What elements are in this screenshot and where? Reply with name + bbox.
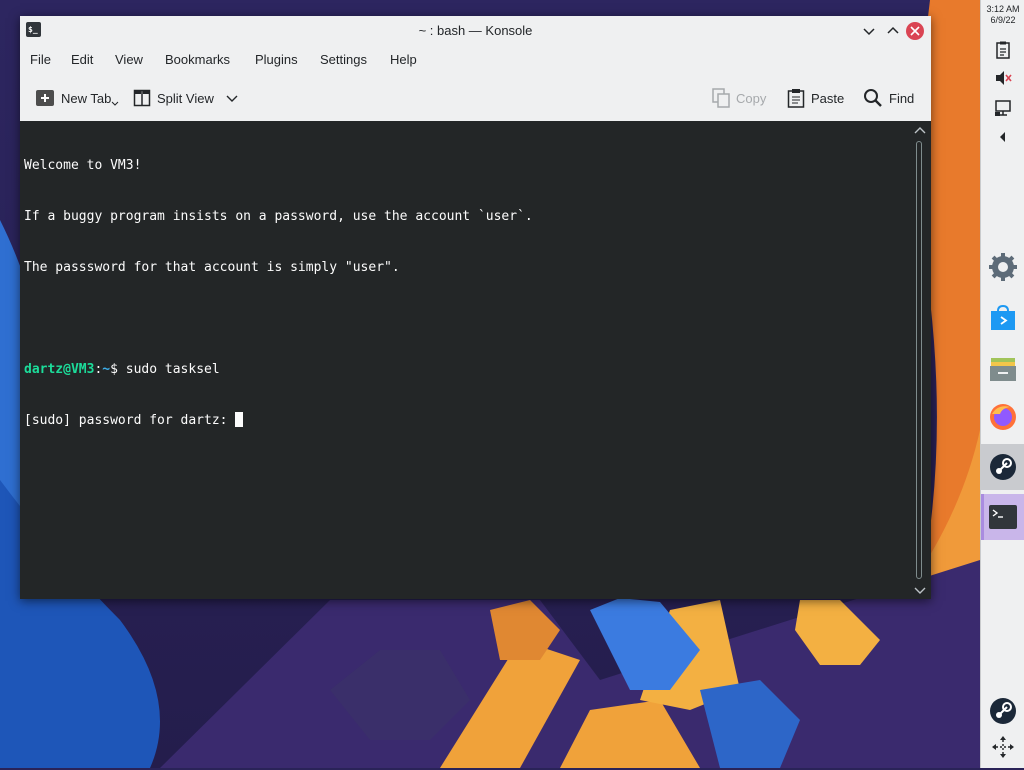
copy-icon bbox=[712, 88, 730, 108]
window-title: ~ : bash — Konsole bbox=[418, 23, 533, 38]
title-bar[interactable]: $_ ~ : bash — Konsole bbox=[20, 16, 931, 46]
menu-help[interactable]: Help bbox=[390, 52, 417, 67]
prompt-user: dartz@VM3 bbox=[24, 362, 95, 377]
network-icon[interactable] bbox=[993, 98, 1013, 118]
menu-view[interactable]: View bbox=[115, 52, 143, 67]
menu-bookmarks[interactable]: Bookmarks bbox=[165, 52, 230, 67]
terminal-line: [sudo] password for dartz: bbox=[24, 412, 533, 429]
side-panel: 3:12 AM 6/9/22 bbox=[980, 0, 1024, 768]
new-tab-label: New Tab bbox=[61, 90, 112, 106]
terminal-prompt-line: dartz@VM3:~$ sudo tasksel bbox=[24, 361, 533, 378]
split-view-label: Split View bbox=[157, 90, 214, 106]
terminal-line: Welcome to VM3! bbox=[24, 158, 142, 173]
steam-icon bbox=[990, 698, 1016, 724]
terminal-line: The passsword for that account is simply… bbox=[24, 260, 400, 275]
clock-date[interactable]: 6/9/22 bbox=[981, 15, 1024, 25]
copy-label: Copy bbox=[736, 90, 767, 106]
clipboard-icon[interactable] bbox=[993, 40, 1013, 60]
terminal-command: sudo tasksel bbox=[125, 362, 220, 377]
copy-button[interactable]: Copy bbox=[712, 86, 766, 110]
move-panel-button[interactable] bbox=[981, 724, 1024, 770]
split-view-dropdown[interactable] bbox=[225, 86, 239, 110]
task-discover[interactable] bbox=[981, 295, 1024, 341]
scrollbar[interactable] bbox=[916, 141, 922, 579]
chevron-up-icon bbox=[887, 26, 899, 34]
find-button[interactable]: Find bbox=[863, 86, 914, 110]
task-firefox[interactable] bbox=[981, 394, 1024, 440]
terminal-line: If a buggy program insists on a password… bbox=[24, 209, 533, 224]
terminal-output: Welcome to VM3! If a buggy program insis… bbox=[24, 123, 533, 463]
chevron-down-icon bbox=[226, 95, 238, 102]
paste-label: Paste bbox=[811, 90, 845, 106]
close-icon bbox=[910, 26, 920, 36]
scroll-up-arrow-icon[interactable] bbox=[913, 125, 927, 137]
expand-tray-icon[interactable] bbox=[993, 127, 1013, 147]
terminal-view[interactable]: Welcome to VM3! If a buggy program insis… bbox=[20, 121, 931, 599]
paste-button[interactable]: Paste bbox=[787, 86, 844, 110]
find-label: Find bbox=[889, 90, 915, 106]
scroll-down-arrow-icon[interactable] bbox=[913, 584, 927, 596]
task-file-manager[interactable] bbox=[981, 345, 1024, 391]
minimize-button[interactable] bbox=[859, 21, 879, 41]
konsole-icon bbox=[989, 505, 1017, 529]
task-konsole[interactable] bbox=[981, 494, 1024, 540]
system-settings-icon bbox=[989, 253, 1017, 281]
firefox-icon bbox=[990, 404, 1016, 430]
toolbar: New Tab Split View Copy Paste Find bbox=[20, 86, 931, 112]
search-icon bbox=[864, 89, 882, 107]
split-view-icon bbox=[133, 89, 151, 107]
file-manager-icon bbox=[990, 358, 1016, 381]
konsole-window: $_ ~ : bash — Konsole File Edit View Boo… bbox=[20, 16, 931, 599]
prompt-path: ~ bbox=[102, 362, 111, 377]
volume-muted-icon[interactable] bbox=[993, 68, 1013, 88]
chevron-down-icon bbox=[863, 28, 875, 36]
discover-store-icon bbox=[991, 304, 1015, 330]
menu-edit[interactable]: Edit bbox=[71, 52, 93, 67]
steam-icon bbox=[990, 454, 1016, 480]
maximize-button[interactable] bbox=[883, 21, 903, 41]
menu-settings[interactable]: Settings bbox=[320, 52, 367, 67]
split-view-button[interactable]: Split View bbox=[133, 86, 214, 110]
menu-file[interactable]: File bbox=[30, 52, 51, 67]
clock-time[interactable]: 3:12 AM bbox=[981, 4, 1024, 14]
prompt-symbol: $ bbox=[110, 362, 126, 377]
new-tab-icon bbox=[36, 90, 54, 106]
menu-bar: File Edit View Bookmarks Plugins Setting… bbox=[20, 50, 931, 72]
paste-icon bbox=[787, 89, 805, 108]
text-cursor bbox=[235, 412, 244, 427]
menu-plugins[interactable]: Plugins bbox=[255, 52, 298, 67]
new-tab-button[interactable]: New Tab bbox=[35, 86, 119, 110]
close-button[interactable] bbox=[906, 22, 924, 40]
move-icon bbox=[992, 736, 1014, 758]
chevron-down-icon bbox=[111, 101, 119, 106]
task-system-settings[interactable] bbox=[981, 244, 1024, 290]
sudo-password-prompt: [sudo] password for dartz: bbox=[24, 413, 236, 428]
task-steam[interactable] bbox=[981, 444, 1024, 490]
